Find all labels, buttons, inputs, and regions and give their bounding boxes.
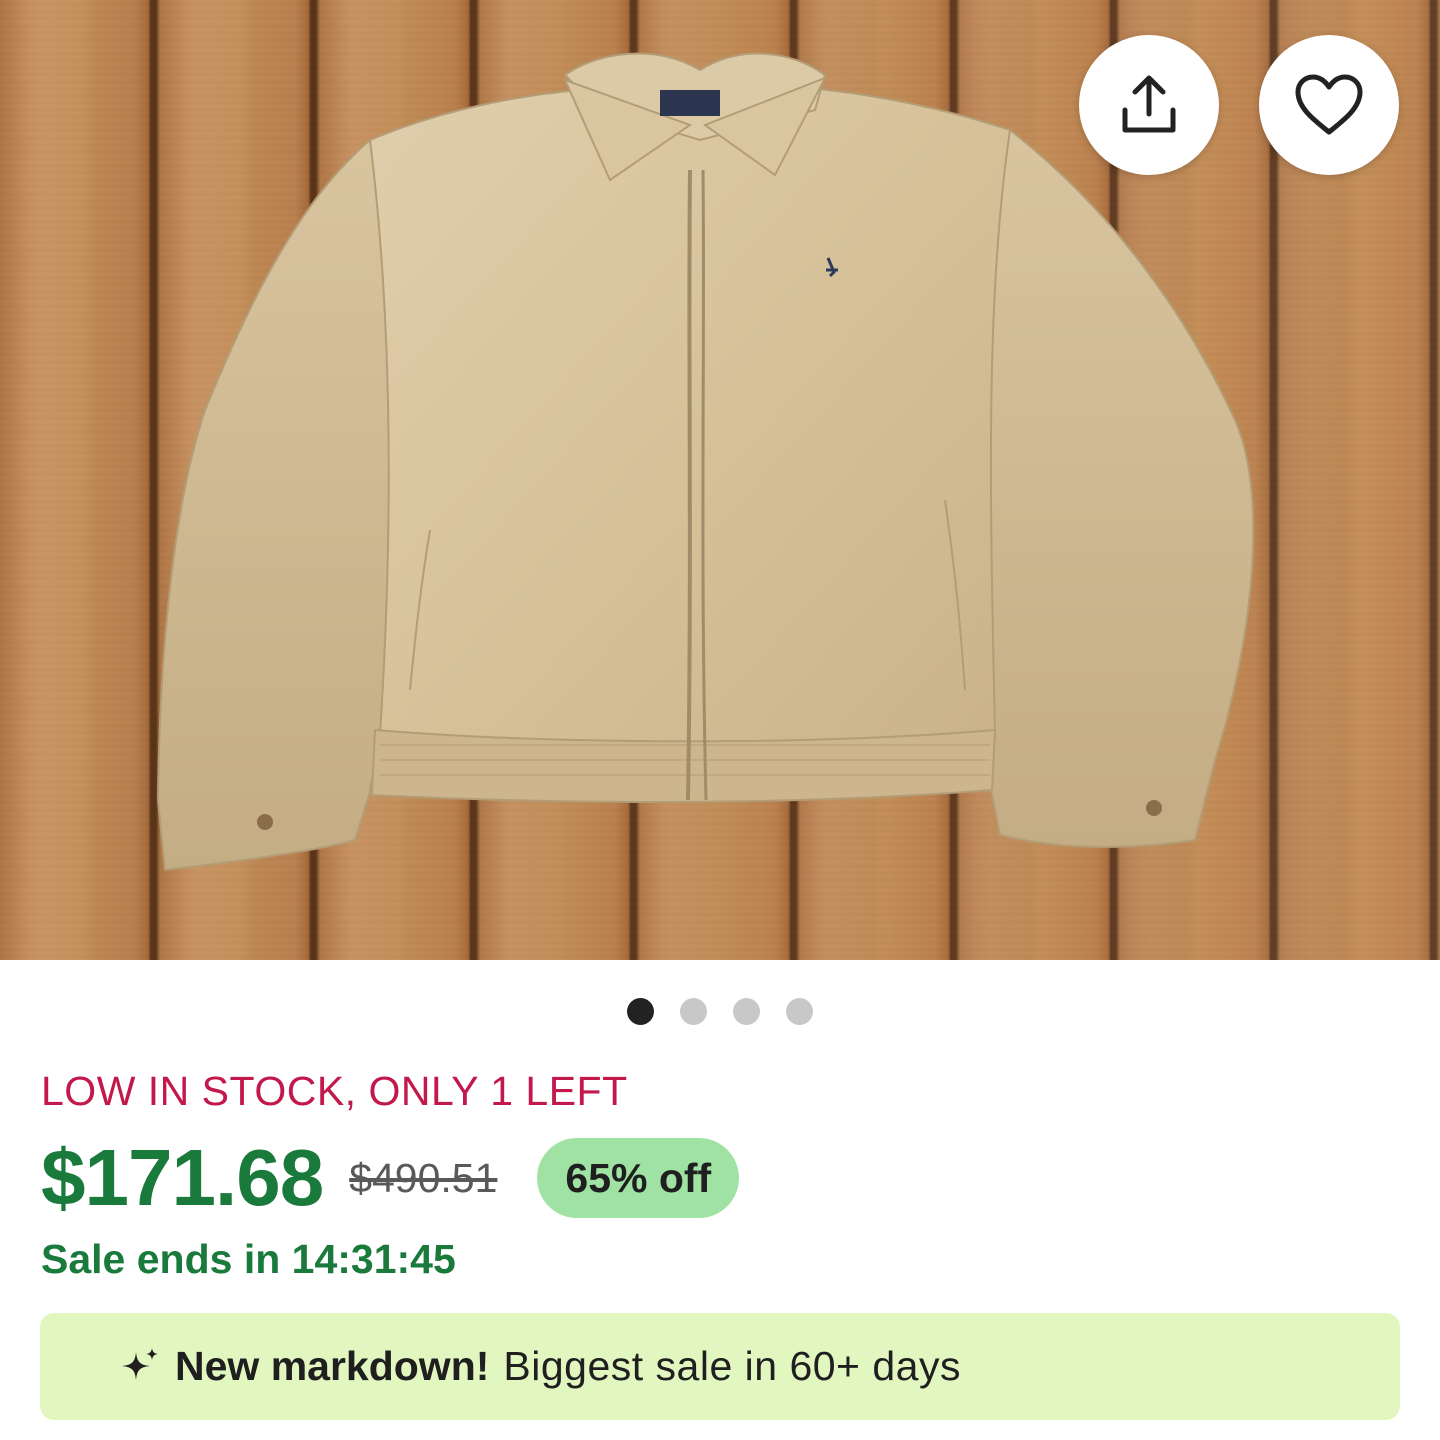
carousel-indicator (0, 998, 1440, 1025)
sparkle-icon (122, 1348, 158, 1380)
original-price: $490.51 (349, 1154, 498, 1201)
discount-badge: 65% off (537, 1138, 740, 1218)
stock-notice: LOW IN STOCK, ONLY 1 LEFT (41, 1068, 628, 1114)
carousel-dot-4[interactable] (786, 998, 813, 1025)
sale-countdown: Sale ends in 14:31:45 (41, 1236, 456, 1282)
price-row: $171.68 $490.51 65% off (41, 1132, 740, 1224)
heart-icon (1295, 74, 1363, 135)
current-price: $171.68 (41, 1133, 324, 1222)
product-image[interactable] (0, 0, 1440, 960)
share-button[interactable] (1079, 35, 1219, 175)
share-icon (1122, 75, 1176, 133)
markdown-highlight: New markdown! (175, 1343, 490, 1389)
favorite-button[interactable] (1259, 35, 1399, 175)
markdown-banner: New markdown! Biggest sale in 60+ days (40, 1313, 1400, 1420)
jacket-photo (156, 52, 1255, 872)
carousel-dot-2[interactable] (680, 998, 707, 1025)
carousel-dot-3[interactable] (733, 998, 760, 1025)
markdown-text: Biggest sale in 60+ days (503, 1343, 961, 1389)
carousel-dot-1[interactable] (627, 998, 654, 1025)
